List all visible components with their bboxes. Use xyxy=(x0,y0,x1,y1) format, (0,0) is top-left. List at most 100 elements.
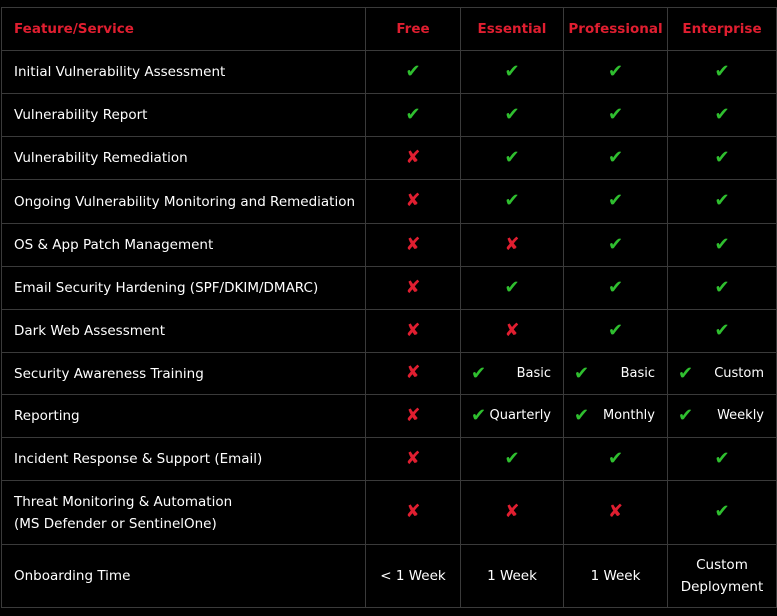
check-icon: ✔ xyxy=(607,447,624,469)
cross-icon: ✘ xyxy=(405,276,421,298)
cross-icon: ✘ xyxy=(405,146,421,168)
onboarding-enterprise-line2: Deployment xyxy=(680,579,764,595)
cross-icon: ✘ xyxy=(405,233,421,255)
cell-essential: ✔ xyxy=(460,179,564,224)
cell-enterprise: ✔ xyxy=(667,480,777,545)
tier-note: Basic xyxy=(620,365,655,381)
cell-enterprise: ✔ Weekly xyxy=(667,394,777,438)
tier-note: Quarterly xyxy=(489,408,551,423)
check-icon: ✔ xyxy=(574,405,590,426)
cross-icon: ✘ xyxy=(607,501,624,522)
cell-enterprise: ✔ xyxy=(667,179,777,224)
header-tier-free: Free xyxy=(365,7,461,51)
check-icon: ✔ xyxy=(714,276,730,298)
cell-content: ✔ Monthly xyxy=(564,405,667,427)
cross-icon: ✘ xyxy=(405,362,421,383)
feature-name: Ongoing Vulnerability Monitoring and Rem… xyxy=(1,179,366,224)
feature-name: Dark Web Assessment xyxy=(1,309,366,353)
header-row: Feature/Service Free Essential Professio… xyxy=(1,7,777,51)
cell-free: ✘ xyxy=(365,437,461,481)
check-icon: ✔ xyxy=(574,362,590,384)
cell-essential: ✔ xyxy=(460,136,564,180)
cross-icon: ✘ xyxy=(504,233,520,255)
cell-free: ✘ xyxy=(365,136,461,180)
cell-content: ✔ Weekly xyxy=(668,405,776,427)
table-row: OS & App Patch Management ✘ ✘ ✔ ✔ xyxy=(1,223,777,267)
check-icon: ✔ xyxy=(714,501,730,522)
cell-enterprise: ✔ xyxy=(667,309,777,353)
table-row: Vulnerability Report ✔ ✔ ✔ ✔ xyxy=(1,93,777,137)
cell-professional: ✔ xyxy=(563,136,668,180)
header-tier-enterprise: Enterprise xyxy=(667,7,777,51)
cell-professional: ✔ Monthly xyxy=(563,394,668,438)
cell-essential: ✔ xyxy=(460,50,564,94)
cell-essential: ✔ xyxy=(460,266,564,310)
check-icon: ✔ xyxy=(607,103,624,125)
cell-content: ✔ Quarterly xyxy=(461,405,563,427)
cell-free: ✘ xyxy=(365,266,461,310)
check-icon: ✔ xyxy=(607,319,624,341)
check-icon: ✔ xyxy=(607,233,624,255)
onboarding-free: < 1 Week xyxy=(365,544,461,608)
header-feature: Feature/Service xyxy=(1,7,366,51)
table-row: Ongoing Vulnerability Monitoring and Rem… xyxy=(1,179,777,224)
check-icon: ✔ xyxy=(714,233,730,255)
table-row: Dark Web Assessment ✘ ✘ ✔ ✔ xyxy=(1,309,777,353)
check-icon: ✔ xyxy=(471,405,487,426)
table-row: Vulnerability Remediation ✘ ✔ ✔ ✔ xyxy=(1,136,777,180)
header-tier-essential: Essential xyxy=(460,7,564,51)
cross-icon: ✘ xyxy=(405,404,421,426)
cell-enterprise: ✔ xyxy=(667,266,777,310)
cell-enterprise: ✔ xyxy=(667,50,777,94)
check-icon: ✔ xyxy=(714,190,730,211)
check-icon: ✔ xyxy=(504,190,520,211)
feature-name: Vulnerability Report xyxy=(1,93,366,137)
check-icon: ✔ xyxy=(504,60,520,82)
cell-enterprise: ✔ Custom xyxy=(667,352,777,395)
cell-content: ✔ Custom xyxy=(668,363,776,385)
cell-free: ✔ xyxy=(365,93,461,137)
feature-name: Onboarding Time xyxy=(1,544,366,608)
check-icon: ✔ xyxy=(504,146,520,168)
cell-essential: ✔ Quarterly xyxy=(460,394,564,438)
cell-content: ✔ Basic xyxy=(564,363,667,385)
check-icon: ✔ xyxy=(405,60,421,82)
cell-enterprise: ✔ xyxy=(667,136,777,180)
cell-free: ✘ xyxy=(365,480,461,545)
cell-free: ✘ xyxy=(365,179,461,224)
cell-free: ✘ xyxy=(365,394,461,438)
cell-professional: ✔ xyxy=(563,437,668,481)
onboarding-essential: 1 Week xyxy=(460,544,564,608)
check-icon: ✔ xyxy=(714,103,730,125)
feature-name: Vulnerability Remediation xyxy=(1,136,366,180)
cell-enterprise: ✔ xyxy=(667,93,777,137)
cross-icon: ✘ xyxy=(405,447,421,469)
feature-name: Reporting xyxy=(1,394,366,438)
cell-enterprise: ✔ xyxy=(667,223,777,267)
check-icon: ✔ xyxy=(405,103,421,125)
check-icon: ✔ xyxy=(678,405,694,426)
table-row: Security Awareness Training ✘ ✔ Basic ✔ Basic… xyxy=(1,352,777,395)
cell-professional: ✘ xyxy=(563,480,668,545)
cell-professional: ✔ xyxy=(563,266,668,310)
table-row: Email Security Hardening (SPF/DKIM/DMARC… xyxy=(1,266,777,310)
feature-name: Initial Vulnerability Assessment xyxy=(1,50,366,94)
cell-professional: ✔ xyxy=(563,93,668,137)
check-icon: ✔ xyxy=(714,146,730,168)
tier-note: Basic xyxy=(516,365,551,381)
check-icon: ✔ xyxy=(607,60,624,82)
cell-professional: ✔ xyxy=(563,50,668,94)
feature-name: Security Awareness Training xyxy=(1,352,366,395)
cell-free: ✔ xyxy=(365,50,461,94)
check-icon: ✔ xyxy=(471,362,487,384)
tier-note: Custom xyxy=(714,365,764,381)
check-icon: ✔ xyxy=(504,276,520,298)
onboarding-row: Onboarding Time < 1 Week 1 Week 1 Week Custo… xyxy=(1,544,777,608)
feature-name: Email Security Hardening (SPF/DKIM/DMARC… xyxy=(1,266,366,310)
check-icon: ✔ xyxy=(504,447,520,469)
cell-essential: ✔ xyxy=(460,93,564,137)
check-icon: ✔ xyxy=(714,319,730,341)
cell-essential: ✔ xyxy=(460,437,564,481)
check-icon: ✔ xyxy=(607,190,624,211)
table-row: Incident Response & Support (Email) ✘ ✔ ✔ ✔ xyxy=(1,437,777,481)
